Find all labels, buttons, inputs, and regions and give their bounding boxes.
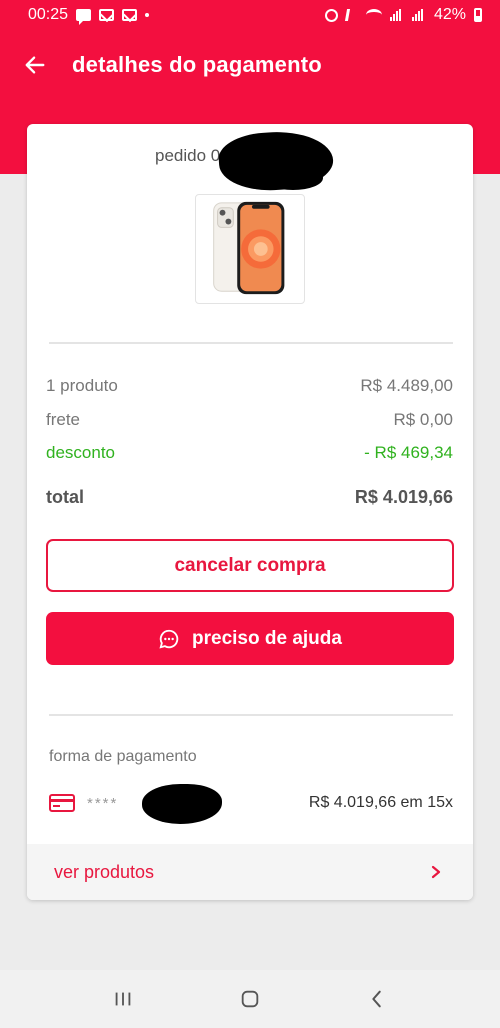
alarm-icon [324, 8, 338, 22]
shipping-label: frete [46, 410, 81, 429]
system-nav-bar [0, 970, 500, 1028]
shipping-value: R$ 0,00 [393, 410, 453, 429]
recent-apps-button[interactable] [103, 979, 143, 1019]
card-masked-number: **** [87, 794, 119, 812]
message-icon [76, 9, 92, 25]
divider-2 [49, 714, 453, 716]
mail-icon [99, 9, 115, 21]
credit-card-icon [49, 794, 75, 812]
page-title: detalhes do pagamento [72, 52, 322, 77]
payment-method-label: forma de pagamento [49, 748, 197, 765]
total-row: total R$ 4.019,66 [46, 487, 453, 508]
recent-apps-icon [115, 992, 131, 1006]
products-value: R$ 4.489,00 [360, 376, 453, 395]
redaction-mark-2 [263, 166, 323, 190]
discount-label: desconto [46, 443, 115, 462]
shipping-row: frete R$ 0,00 [46, 410, 453, 430]
order-id: pedido 0 [155, 146, 221, 165]
payment-card-info: **** [49, 793, 118, 813]
payment-method-row: **** R$ 4.019,66 em 15x [49, 788, 453, 818]
help-label: preciso de ajuda [192, 627, 342, 649]
divider [49, 342, 453, 344]
products-row: 1 produto R$ 4.489,00 [46, 376, 453, 396]
status-left: 00:25 [28, 6, 150, 25]
mail-icon-2 [122, 9, 138, 21]
total-label: total [46, 487, 84, 507]
status-time: 00:25 [28, 6, 69, 23]
home-button[interactable] [230, 979, 270, 1019]
status-bar: 00:25 42% [0, 0, 500, 30]
home-icon [241, 990, 259, 1008]
chat-bubble-icon [158, 628, 180, 650]
phone-image [213, 201, 285, 295]
discount-value: - R$ 469,34 [364, 443, 453, 462]
battery-percent: 42% [433, 6, 466, 23]
product-thumbnail[interactable] [195, 194, 305, 304]
redaction-mark-3 [142, 784, 222, 824]
app-bar: detalhes do pagamento [0, 30, 500, 100]
mute-icon [344, 9, 360, 21]
payment-details-card: pedido 0 1 produto R$ 4.489,00 frete R$ … [27, 124, 473, 900]
see-products-label: ver produtos [54, 861, 155, 882]
signal-icon-2 [411, 9, 426, 21]
status-right: 42% [324, 6, 482, 24]
help-button[interactable]: preciso de ajuda [46, 612, 454, 665]
products-label: 1 produto [46, 376, 118, 395]
notification-dot-icon [145, 13, 150, 17]
cancel-purchase-button[interactable]: cancelar compra [46, 539, 454, 592]
payment-amount: R$ 4.019,66 em 15x [308, 794, 453, 811]
arrow-left-icon [25, 56, 45, 74]
cancel-purchase-label: cancelar compra [174, 554, 326, 576]
back-chevron-icon [371, 990, 381, 1008]
back-nav-button[interactable] [357, 979, 397, 1019]
back-button[interactable] [0, 30, 70, 100]
wifi-icon [365, 9, 382, 21]
signal-icon [389, 9, 404, 21]
discount-row: desconto - R$ 469,34 [46, 443, 453, 463]
chevron-right-icon [431, 865, 441, 879]
battery-icon [474, 8, 482, 22]
see-products-link[interactable]: ver produtos [27, 844, 473, 900]
total-value: R$ 4.019,66 [354, 487, 453, 507]
